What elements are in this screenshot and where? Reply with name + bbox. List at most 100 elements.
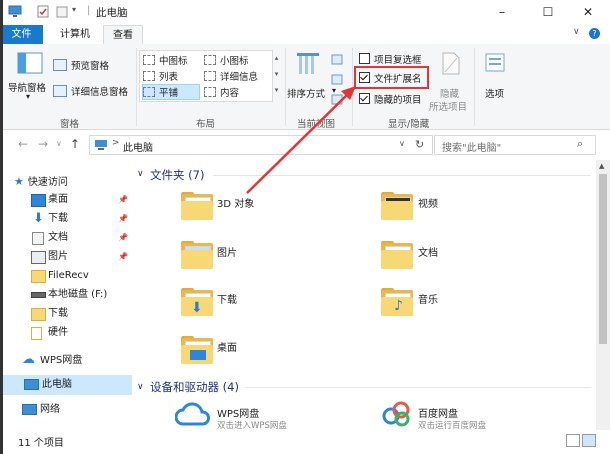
add-columns-icon[interactable] <box>331 74 347 86</box>
breadcrumb-separator[interactable]: > <box>112 138 120 148</box>
search-icon[interactable]: ⌕ <box>577 137 583 151</box>
layout-tiles[interactable]: 平铺 <box>142 84 200 100</box>
nav-item-label: 硬件 <box>48 327 68 338</box>
tab-file[interactable]: 文件 <box>0 25 43 44</box>
layout-details[interactable]: 详细信息 <box>204 69 258 83</box>
up-arrow-icon[interactable]: ↑ <box>70 137 80 151</box>
hidden-items-option[interactable]: 隐藏的项目 <box>359 92 422 106</box>
hidden-items-label: 隐藏的项目 <box>374 95 422 106</box>
folder-videos-icon[interactable] <box>381 192 413 220</box>
layout-content[interactable]: 内容 <box>204 85 239 99</box>
minimize-button[interactable]: – <box>480 0 524 25</box>
preview-pane-icon <box>53 59 67 71</box>
search-input[interactable]: 搜索"此电脑" <box>442 139 501 154</box>
annotation-highlight-box <box>354 66 429 89</box>
sort-by-button[interactable]: 排序方式 ▾ <box>287 50 336 110</box>
layout-list[interactable]: 列表 <box>143 69 178 83</box>
ribbon: 导航窗格 ▾ 预览窗格 详细信息窗格 窗格 中图标 小图标 列表 详细信息 平铺… <box>0 44 610 130</box>
tiles-view-icon[interactable] <box>582 434 596 447</box>
folder-label[interactable]: 音乐 <box>418 291 438 306</box>
back-arrow-icon[interactable]: ← <box>18 137 28 151</box>
computer-icon <box>95 140 107 150</box>
item-checkboxes-option[interactable]: 项目复选框 <box>359 52 422 66</box>
nav-quick-access[interactable]: ★ 快速访问 <box>14 173 68 191</box>
nav-pane-button[interactable]: 导航窗格 ▾ <box>8 50 50 110</box>
nav-quick-access-label: 快速访问 <box>27 177 68 188</box>
recent-dropdown-icon[interactable]: ∨ <box>56 139 62 148</box>
group-by-icon[interactable] <box>331 54 347 66</box>
tab-view[interactable]: 查看 <box>103 25 143 46</box>
address-bar[interactable]: > 此电脑 ∨ ↻ <box>89 135 433 155</box>
details-pane-button[interactable]: 详细信息窗格 <box>53 84 137 100</box>
folder-3d-objects-icon[interactable] <box>181 192 213 220</box>
folder-label[interactable]: 图片 <box>217 244 237 259</box>
help-icon[interactable]: ? <box>589 28 600 39</box>
wps-cloud-icon[interactable] <box>174 400 211 428</box>
group-label-layout: 布局 <box>196 119 216 130</box>
pin-icon[interactable]: 📌 <box>118 191 128 209</box>
layout-scroll[interactable]: ▴ ▾ ▾ <box>272 50 281 100</box>
folder-pictures-icon[interactable] <box>181 241 213 269</box>
folder-icon <box>31 308 46 321</box>
new-folder-icon[interactable] <box>56 5 70 18</box>
window-title: 此电脑 <box>96 7 128 19</box>
folder-label[interactable]: 下载 <box>217 291 237 306</box>
item-checkboxes-checkbox[interactable] <box>359 53 370 64</box>
nav-item-label: 图片 <box>48 251 68 262</box>
scroll-up-arrow-icon[interactable]: ▲ <box>599 162 604 170</box>
device-name[interactable]: WPS网盘 <box>217 405 259 420</box>
ribbon-separator <box>136 48 137 126</box>
hidden-items-checkbox[interactable] <box>359 93 370 104</box>
hide-selected-button[interactable]: 隐藏 所选项目 <box>428 50 470 113</box>
address-dropdown-icon[interactable]: ∨ <box>399 139 405 148</box>
vertical-scrollbar[interactable]: ▲ <box>596 160 610 430</box>
file-list: ∨ 文件夹 (7) 3D 对象 视频 图片 文档 ⬇ 下载 ♪ 音乐 桌面 ∨ … <box>133 160 595 431</box>
forward-arrow-icon[interactable]: → <box>38 137 48 151</box>
pin-icon[interactable]: 📌 <box>118 210 128 228</box>
folder-documents-icon[interactable] <box>381 241 413 269</box>
network-icon <box>22 404 37 415</box>
folder-downloads-icon[interactable]: ⬇ <box>181 288 213 316</box>
baidu-netdisk-icon[interactable] <box>381 400 413 428</box>
options-icon <box>485 53 505 72</box>
background-window-edge <box>0 0 3 454</box>
nav-this-pc[interactable]: 此电脑 <box>0 375 132 395</box>
section-divider <box>213 175 591 176</box>
properties-icon[interactable] <box>37 5 51 18</box>
scrollbar-thumb[interactable] <box>599 174 607 344</box>
details-view-icon[interactable] <box>566 434 580 447</box>
ribbon-collapse-icon[interactable]: ∨ <box>573 27 580 37</box>
folder-label[interactable]: 文档 <box>418 244 438 259</box>
collapse-chevron-icon[interactable]: ∨ <box>137 382 144 392</box>
device-name[interactable]: 百度网盘 <box>418 405 458 420</box>
refresh-icon[interactable]: ↻ <box>415 138 424 151</box>
nav-item-label: 下载 <box>48 213 68 224</box>
ribbon-tabs: 文件 计算机 查看 ∨ ? <box>0 25 610 46</box>
nav-item-downloads[interactable]: ⬇ 下载 📌 <box>31 210 131 228</box>
size-columns-icon[interactable] <box>331 94 347 106</box>
close-button[interactable]: ✕ <box>566 0 610 25</box>
section-header-folders[interactable]: 文件夹 (7) <box>150 167 204 183</box>
desktop-icon <box>31 194 46 207</box>
layout-small-icons[interactable]: 小图标 <box>204 53 249 67</box>
breadcrumb-this-pc[interactable]: 此电脑 <box>123 139 153 154</box>
tab-computer[interactable]: 计算机 <box>52 25 98 44</box>
options-button[interactable]: 选项 <box>479 50 511 110</box>
folder-label[interactable]: 视频 <box>418 195 438 210</box>
folder-label[interactable]: 3D 对象 <box>217 195 254 210</box>
layout-medium-icons[interactable]: 中图标 <box>143 53 188 67</box>
folder-music-icon[interactable]: ♪ <box>381 288 413 316</box>
nav-item-documents[interactable]: 文档 📌 <box>31 229 131 247</box>
search-box[interactable]: 搜索"此电脑" ⌕ <box>434 135 596 155</box>
preview-pane-button[interactable]: 预览窗格 <box>53 58 133 74</box>
pin-icon[interactable]: 📌 <box>118 229 128 247</box>
pin-icon[interactable]: 📌 <box>118 248 128 266</box>
quick-access-dropdown-icon[interactable]: ▾ <box>72 5 76 14</box>
nav-item-desktop[interactable]: 桌面 📌 <box>31 191 131 209</box>
folder-desktop-icon[interactable] <box>181 336 213 364</box>
nav-item-pictures[interactable]: 图片 📌 <box>31 248 131 266</box>
maximize-button[interactable]: ☐ <box>526 0 570 25</box>
collapse-chevron-icon[interactable]: ∨ <box>137 169 144 179</box>
section-header-devices[interactable]: 设备和驱动器 (4) <box>150 379 239 395</box>
folder-label[interactable]: 桌面 <box>217 339 237 354</box>
